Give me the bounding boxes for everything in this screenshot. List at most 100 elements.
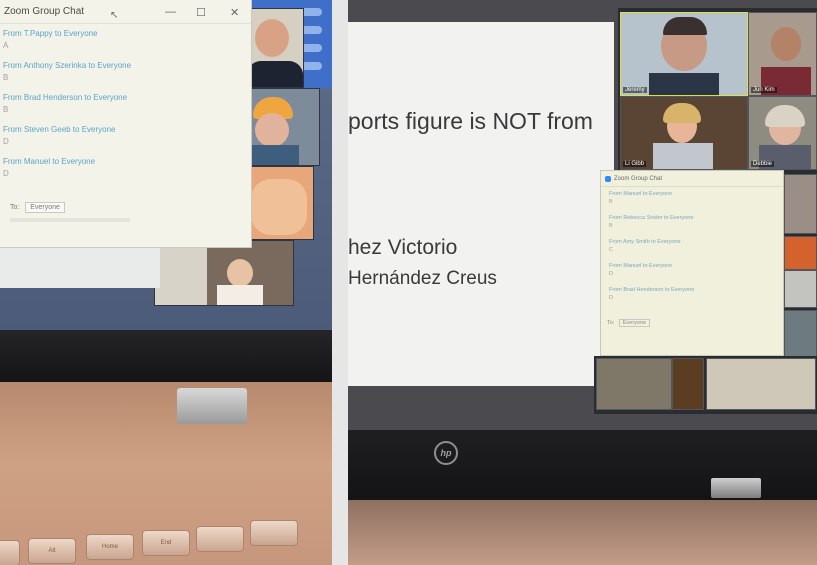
keyboard-key: Home — [86, 534, 134, 560]
left-photo: Zoom Group Chat ↖ — ☐ ✕ From T.Pappy to … — [0, 0, 332, 565]
participant-face — [255, 113, 289, 147]
participant-shirt — [217, 285, 263, 305]
chat-message: From Steven Geeb to Everyone D — [3, 125, 248, 157]
chat-message: From Amy Smith to Everyone C — [609, 239, 775, 263]
participant-name: Debbie — [751, 161, 775, 167]
participant-face — [771, 27, 801, 61]
video-tile[interactable] — [596, 358, 672, 410]
hp-logo: hp — [434, 441, 458, 465]
message-body: C — [609, 247, 613, 253]
participant-shirt — [247, 145, 299, 165]
chat-message: From Brad Henderson to Everyone D — [609, 287, 775, 311]
slide-text: hez Victorio — [348, 236, 458, 259]
participant-shirt — [247, 61, 303, 87]
laptop-hinge — [711, 478, 761, 498]
photo-divider — [332, 0, 348, 565]
to-label: To: — [10, 204, 20, 211]
message-sender: From Manuel to Everyone — [3, 157, 96, 166]
video-tile[interactable] — [784, 174, 817, 234]
participant-hair — [765, 105, 805, 127]
participant-name: Jeremy — [623, 87, 647, 93]
chat-message: From Brad Henderson to Everyone B — [3, 93, 248, 125]
message-sender: From T.Pappy to Everyone — [3, 29, 98, 38]
room-window — [155, 241, 207, 305]
chat-title-bar[interactable]: Zoom Group Chat ↖ — ☐ ✕ — [0, 0, 251, 24]
screen-area — [0, 248, 160, 288]
to-label: To: — [607, 320, 615, 326]
chat-messages: From Manuel to Everyone B From Rebecca S… — [601, 187, 783, 315]
video-tile[interactable]: Li Gibb — [620, 96, 748, 170]
participant-name: Li Gibb — [623, 161, 647, 167]
recipient-select[interactable]: Everyone — [618, 319, 651, 327]
message-body: B — [3, 73, 9, 82]
blurred-participant — [251, 179, 307, 235]
slide-text: Hernández Creus — [348, 268, 497, 289]
video-tile[interactable]: Jeremy — [620, 12, 748, 96]
message-sender: From Manuel to Everyone — [609, 263, 673, 269]
close-button[interactable]: ✕ — [230, 6, 239, 19]
chat-title: Zoom Group Chat — [4, 6, 85, 17]
chat-messages: From T.Pappy to Everyone A From Anthony … — [0, 24, 251, 194]
message-sender: From Brad Henderson to Everyone — [3, 93, 128, 102]
message-body: A — [3, 41, 9, 50]
participant-face — [255, 19, 289, 57]
keyboard-key: End — [142, 530, 190, 556]
message-sender: From Rebecca Snider to Everyone — [609, 215, 694, 221]
message-body: D — [609, 271, 613, 277]
keyboard-key — [250, 520, 298, 546]
chat-message: From Rebecca Snider to Everyone B — [609, 215, 775, 239]
chat-message: From Manuel to Everyone B — [609, 191, 775, 215]
message-body: B — [609, 199, 613, 205]
message-body: B — [3, 105, 9, 114]
video-tile[interactable] — [784, 310, 817, 358]
message-sender: From Anthony Szerinka to Everyone — [3, 61, 132, 70]
video-tile[interactable]: Debbie — [748, 96, 817, 170]
laptop-hinge — [177, 388, 247, 424]
message-sender: From Amy Smith to Everyone — [609, 239, 681, 245]
message-sender: From Manuel to Everyone — [609, 191, 673, 197]
zoom-group-chat-window[interactable]: Zoom Group Chat From Manuel to Everyone … — [600, 170, 784, 356]
zoom-group-chat-window[interactable]: Zoom Group Chat ↖ — ☐ ✕ From T.Pappy to … — [0, 0, 252, 248]
participant-shirt — [649, 73, 719, 95]
laptop-base — [348, 500, 817, 565]
video-gallery: Jeremy Jun Kim Li Gibb Debbie — [618, 8, 817, 170]
participant-hair — [663, 103, 701, 123]
maximize-button[interactable]: ☐ — [196, 6, 206, 19]
keyboard-key: Alt — [28, 538, 76, 564]
cursor-icon: ↖ — [110, 10, 119, 21]
message-body: B — [609, 223, 613, 229]
chat-title-bar[interactable]: Zoom Group Chat — [601, 171, 783, 187]
message-sender: From Brad Henderson to Everyone — [609, 287, 695, 293]
message-body: D — [3, 137, 9, 146]
video-tile[interactable] — [672, 358, 704, 410]
chat-message: From Manuel to Everyone D — [609, 263, 775, 287]
video-tile[interactable] — [784, 236, 817, 270]
laptop-bezel — [0, 330, 332, 390]
chat-input[interactable] — [10, 218, 130, 222]
participant-hair — [663, 17, 707, 35]
chat-recipient-row: To: Everyone — [607, 319, 651, 327]
chat-message: From Manuel to Everyone D — [3, 157, 248, 189]
minimize-button[interactable]: — — [165, 6, 176, 18]
participant-name: Jun Kim — [751, 87, 777, 93]
recipient-select[interactable]: Everyone — [25, 202, 65, 213]
participant-shirt — [653, 143, 713, 169]
chat-recipient-row: To: Everyone — [10, 202, 65, 213]
keyboard: Alt Home End — [0, 518, 332, 565]
video-tile[interactable] — [784, 270, 817, 308]
slide-text: ports figure is NOT from — [348, 108, 593, 134]
video-tile[interactable]: Jun Kim — [748, 12, 817, 96]
keyboard-key — [0, 540, 20, 565]
chat-title: Zoom Group Chat — [614, 175, 663, 182]
participant-face — [227, 259, 253, 287]
video-tile[interactable] — [706, 358, 816, 410]
video-tile[interactable] — [154, 240, 294, 306]
video-tile[interactable] — [244, 8, 304, 88]
keyboard-key — [196, 526, 244, 552]
video-strip — [594, 356, 817, 414]
chat-message: From Anthony Szerinka to Everyone B — [3, 61, 248, 93]
video-strip — [784, 170, 817, 360]
chat-message: From T.Pappy to Everyone A — [3, 29, 248, 61]
message-sender: From Steven Geeb to Everyone — [3, 125, 116, 134]
right-photo: ports figure is NOT from hez Victorio He… — [348, 0, 817, 565]
